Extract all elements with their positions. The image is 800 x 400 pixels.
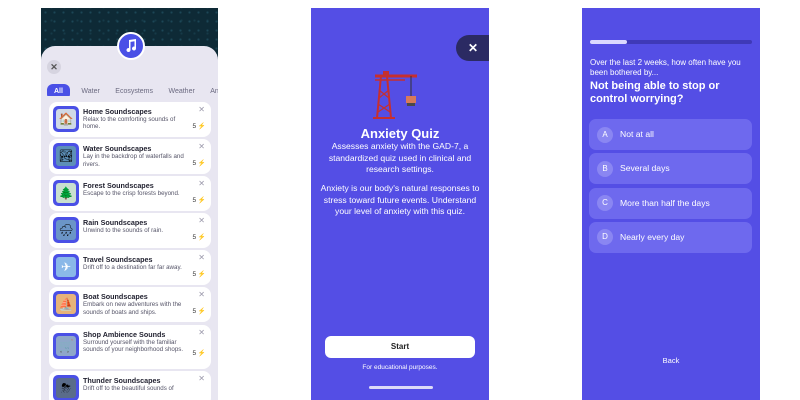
card-description: Unwind to the sounds of rain. xyxy=(83,227,164,235)
card-description: Embark on new adventures with the sounds… xyxy=(83,301,182,316)
bolt-icon: ⚡ xyxy=(197,271,206,279)
dismiss-icon[interactable]: ✕ xyxy=(198,253,205,262)
card-title: Rain Soundscapes xyxy=(83,218,148,228)
card-description: Lay in the backdrop of waterfalls and ri… xyxy=(83,153,184,168)
music-note-icon xyxy=(117,32,145,60)
educational-note: For educational purposes. xyxy=(362,364,438,371)
bolt-icon: ⚡ xyxy=(197,234,206,242)
tab-animals[interactable]: Anim xyxy=(206,84,218,96)
soundscape-card-travel[interactable]: ✈ Travel Soundscapes Drift off to a dest… xyxy=(49,250,211,286)
airplane-icon: ✈ xyxy=(53,254,79,281)
track-count: 5 ⚡ xyxy=(192,271,206,279)
bolt-icon: ⚡ xyxy=(197,123,206,130)
rain-cloud-icon: 🌧 xyxy=(53,217,79,244)
option-letter: A xyxy=(597,126,613,143)
card-description: Drift off to a destination far far away. xyxy=(83,264,182,272)
soundscape-card-water[interactable]: 🏞 Water Soundscapes Lay in the backdrop … xyxy=(49,139,211,175)
option-letter: C xyxy=(597,195,613,212)
tree-icon: 🌲 xyxy=(53,180,79,207)
answer-option-c[interactable]: C More than half the days xyxy=(589,187,752,219)
question-prompt: Over the last 2 weeks, how often have yo… xyxy=(590,58,741,77)
soundscape-card-forest[interactable]: 🌲 Forest Soundscapes Escape to the crisp… xyxy=(49,176,211,212)
category-tabs: All Water Ecosystems Weather Anim xyxy=(47,80,218,96)
soundscapes-panel: ✕ All Water Ecosystems Weather Anim 🏠 Ho… xyxy=(41,46,218,400)
card-title: Shop Ambience Sounds xyxy=(83,329,166,339)
soundscape-card-boat[interactable]: ⛵ Boat Soundscapes Embark on new adventu… xyxy=(49,287,211,323)
answer-option-d[interactable]: D Nearly every day xyxy=(589,221,752,253)
quiz-description-secondary: Anxiety is our body's natural responses … xyxy=(320,183,480,216)
bolt-icon: ⚡ xyxy=(197,349,206,357)
close-button[interactable]: ✕ xyxy=(456,35,489,61)
card-description: Escape to the crisp forests beyond. xyxy=(83,190,180,198)
option-label: Nearly every day xyxy=(620,231,685,242)
tab-weather[interactable]: Weather xyxy=(164,84,198,96)
question-text: Not being able to stop or control worryi… xyxy=(590,80,720,105)
soundscape-card-thunder[interactable]: ⛈ Thunder Soundscapes Drift off to the b… xyxy=(49,370,211,400)
house-icon: 🏠 xyxy=(53,106,79,132)
soundscape-card-home[interactable]: 🏠 Home Soundscapes Relax to the comforti… xyxy=(49,102,211,137)
soundscape-card-shop[interactable]: 🛒 Shop Ambience Sounds Surround yourself… xyxy=(49,324,211,369)
start-button[interactable]: Start xyxy=(325,336,475,358)
anxiety-quiz-question-screen: Over the last 2 weeks, how often have yo… xyxy=(582,8,760,400)
close-button[interactable]: ✕ xyxy=(47,60,61,74)
bolt-icon: ⚡ xyxy=(197,197,206,205)
tab-all[interactable]: All xyxy=(47,84,70,96)
anxiety-quiz-intro-screen: ✕ Anxiety Quiz Assesses anxiety with the… xyxy=(311,8,489,400)
answer-options: A Not at all B Several days C More than … xyxy=(589,119,752,256)
card-title: Home Soundscapes xyxy=(83,107,152,116)
card-title: Water Soundscapes xyxy=(83,144,152,154)
track-count: 5 ⚡ xyxy=(192,234,206,242)
soundscape-card-rain[interactable]: 🌧 Rain Soundscapes Unwind to the sounds … xyxy=(49,213,211,249)
progress-bar xyxy=(590,40,752,44)
dismiss-icon[interactable]: ✕ xyxy=(198,290,205,299)
track-count: 5 ⚡ xyxy=(192,123,206,130)
card-title: Boat Soundscapes xyxy=(83,292,148,302)
storm-cloud-icon: ⛈ xyxy=(53,374,79,400)
quiz-title: Anxiety Quiz xyxy=(360,126,440,141)
tab-ecosystems[interactable]: Ecosystems xyxy=(111,84,157,96)
back-button[interactable]: Back xyxy=(582,356,760,365)
dismiss-icon[interactable]: ✕ xyxy=(198,328,205,337)
bolt-icon: ⚡ xyxy=(197,308,206,316)
dismiss-icon[interactable]: ✕ xyxy=(198,142,205,151)
crane-icon xyxy=(357,68,437,125)
track-count: 5 ⚡ xyxy=(192,349,206,357)
home-indicator xyxy=(369,386,433,389)
option-label: More than half the days xyxy=(620,197,710,208)
option-letter: D xyxy=(597,229,613,246)
option-label: Several days xyxy=(620,163,670,174)
waterfall-icon: 🏞 xyxy=(53,143,79,170)
boat-icon: ⛵ xyxy=(53,291,79,318)
soundscape-list: 🏠 Home Soundscapes Relax to the comforti… xyxy=(49,102,211,400)
card-description: Surround yourself with the familiar soun… xyxy=(83,338,184,353)
dismiss-icon[interactable]: ✕ xyxy=(198,105,205,114)
track-count: 5 ⚡ xyxy=(192,308,206,316)
card-title: Travel Soundscapes xyxy=(83,255,153,265)
option-letter: B xyxy=(597,160,613,177)
dismiss-icon[interactable]: ✕ xyxy=(198,216,205,225)
card-description: Drift off to the beautiful sounds of xyxy=(83,384,174,392)
shopping-cart-icon: 🛒 xyxy=(53,332,79,359)
bolt-icon: ⚡ xyxy=(197,160,206,168)
track-count: 5 ⚡ xyxy=(192,197,206,205)
soundscapes-screen: ✕ All Water Ecosystems Weather Anim 🏠 Ho… xyxy=(41,8,218,400)
dismiss-icon[interactable]: ✕ xyxy=(198,179,205,188)
progress-fill xyxy=(590,40,628,44)
card-description: Relax to the comforting sounds of home. xyxy=(83,116,176,131)
dismiss-icon[interactable]: ✕ xyxy=(198,374,205,383)
tab-water[interactable]: Water xyxy=(77,84,103,96)
quiz-description: Assesses anxiety with the GAD-7, a stand… xyxy=(328,141,472,174)
option-label: Not at all xyxy=(620,129,654,139)
answer-option-a[interactable]: A Not at all xyxy=(589,119,752,150)
track-count: 5 ⚡ xyxy=(192,160,206,168)
card-title: Forest Soundscapes xyxy=(83,181,154,191)
card-title: Thunder Soundscapes xyxy=(83,375,161,385)
answer-option-b[interactable]: B Several days xyxy=(589,153,752,185)
